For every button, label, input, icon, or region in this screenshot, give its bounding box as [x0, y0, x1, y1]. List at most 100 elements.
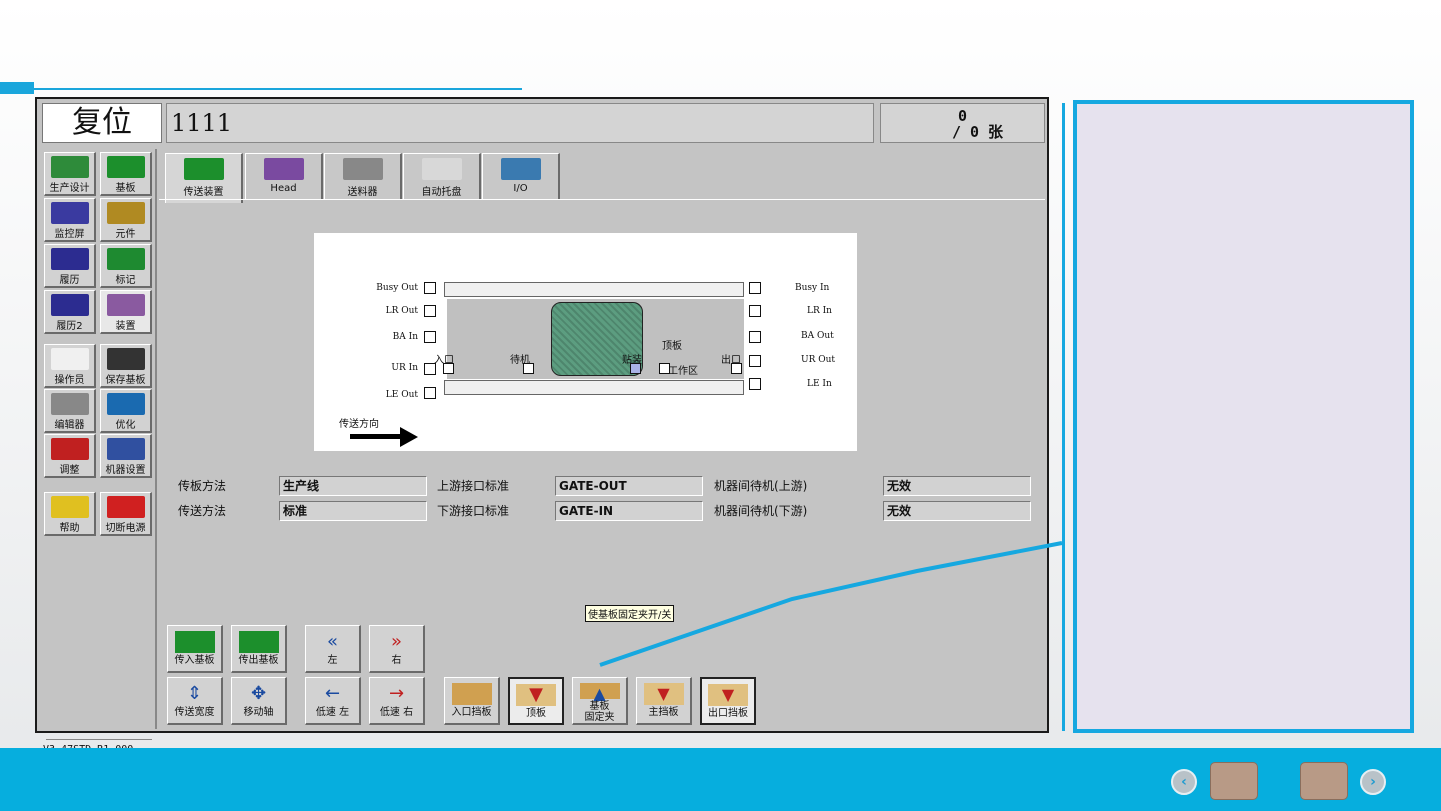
- downstream-interface-label: 下游接口标准: [437, 504, 510, 518]
- io-icon: [500, 158, 541, 180]
- menu-operator-button[interactable]: 操作员: [44, 344, 96, 388]
- operator-icon: [50, 348, 89, 370]
- sensor-work-area: [659, 363, 670, 374]
- adjust-icon: [50, 438, 89, 460]
- downstream-wait-label: 机器间待机(下游): [714, 504, 808, 518]
- slow-right-button[interactable]: → 低速 右: [369, 677, 425, 725]
- signal-label: BA In: [392, 332, 418, 342]
- version-divider: [46, 739, 152, 740]
- upstream-wait-label: 机器间待机(上游): [714, 479, 808, 493]
- tab-feeder[interactable]: 送料器: [324, 153, 402, 199]
- status-display: 复位: [42, 103, 162, 143]
- lift-plate-button[interactable]: ▼ 顶板: [508, 677, 564, 725]
- menu-monitor-button[interactable]: 监控屏: [44, 198, 96, 242]
- machine-software-window: 复位 1111 0 / 0 张 生产设计 基板 监控屏 元件 履历 标记 履历2…: [35, 97, 1049, 755]
- signal-checkbox-busy-out[interactable]: [424, 282, 436, 294]
- tab-io[interactable]: I/O: [482, 153, 560, 199]
- head-icon: [263, 158, 304, 180]
- vertical-arrows-icon: ⇕: [186, 683, 203, 704]
- menu-power-off-button[interactable]: 切断电源: [100, 492, 152, 536]
- arrow-right-icon: →: [388, 683, 405, 704]
- double-chevron-left-icon: «: [326, 631, 338, 652]
- history-icon: [50, 248, 89, 270]
- signal-checkbox-busy-in[interactable]: [749, 282, 761, 294]
- move-left-button[interactable]: «左: [305, 625, 361, 673]
- menu-production-design-button[interactable]: 生产设计: [44, 152, 96, 196]
- conveyor-width-button[interactable]: ⇕ 传送宽度: [167, 677, 223, 725]
- tab-head[interactable]: Head: [245, 153, 323, 199]
- clamp-tooltip: 使基板固定夹开/关: [585, 605, 675, 622]
- menu-device-button[interactable]: 装置: [100, 290, 152, 334]
- component-icon: [106, 202, 145, 224]
- help-icon: [50, 496, 89, 518]
- signal-label: LR In: [807, 306, 832, 316]
- program-name-display: 1111: [166, 103, 874, 143]
- menu-component-button[interactable]: 元件: [100, 198, 152, 242]
- downstream-wait-value[interactable]: 无效: [883, 501, 1031, 521]
- direction-arrow-head-icon: [400, 427, 418, 447]
- upstream-interface-value[interactable]: GATE-OUT: [555, 476, 703, 496]
- tab-auto-tray[interactable]: 自动托盘: [403, 153, 481, 199]
- signal-label: BA Out: [801, 331, 834, 341]
- board-clamp-button[interactable]: ▲ 基板 固定夹: [572, 677, 628, 725]
- signal-checkbox-lr-out[interactable]: [424, 305, 436, 317]
- downstream-interface-value[interactable]: GATE-IN: [555, 501, 703, 521]
- work-area-label: 工作区: [668, 366, 698, 377]
- annotation-note-box: [1073, 100, 1414, 733]
- double-chevron-right-icon: »: [390, 631, 402, 652]
- next-arrow-icon[interactable]: ›: [1360, 769, 1386, 795]
- top-accent-bar: [0, 82, 34, 94]
- menu-editor-button[interactable]: 编辑器: [44, 389, 96, 433]
- load-board-button[interactable]: 传入基板: [167, 625, 223, 673]
- upstream-wait-value[interactable]: 无效: [883, 476, 1031, 496]
- signal-label: Busy Out: [376, 283, 418, 293]
- signal-checkbox-le-in[interactable]: [749, 378, 761, 390]
- prev-arrow-icon[interactable]: ‹: [1171, 769, 1197, 795]
- transfer-method-label: 传板方法: [178, 479, 227, 493]
- signal-checkbox-ba-in[interactable]: [424, 331, 436, 343]
- transfer-method-value[interactable]: 生产线: [279, 476, 427, 496]
- signal-label: LE Out: [385, 390, 418, 400]
- signal-checkbox-ur-out[interactable]: [749, 355, 761, 367]
- note-divider-line: [1062, 103, 1065, 731]
- mark-icon: [106, 248, 145, 270]
- menu-board-button[interactable]: 基板: [100, 152, 152, 196]
- signal-checkbox-le-out[interactable]: [424, 387, 436, 399]
- upstream-interface-label: 上游接口标准: [437, 479, 510, 493]
- signal-label: UR Out: [801, 355, 836, 365]
- signal-checkbox-ba-out[interactable]: [749, 331, 761, 343]
- menu-help-button[interactable]: 帮助: [44, 492, 96, 536]
- board-count-value: 0: [957, 107, 968, 125]
- menu-optimize-button[interactable]: 优化: [100, 389, 152, 433]
- unload-board-icon: [238, 631, 279, 653]
- prev-slide-button[interactable]: [1210, 762, 1258, 800]
- direction-arrow-icon: [350, 434, 402, 439]
- unload-board-button[interactable]: 传出基板: [231, 625, 287, 673]
- tray-icon: [421, 158, 462, 180]
- board-icon: [106, 156, 145, 178]
- main-panel: 传送装置 Head 送料器 自动托盘 I/O Busy Out LR Out B…: [159, 149, 1045, 729]
- slow-left-button[interactable]: ← 低速 左: [305, 677, 361, 725]
- signal-label: LR Out: [385, 306, 418, 316]
- conveyor-method-value[interactable]: 标准: [279, 501, 427, 521]
- move-right-button[interactable]: » 右: [369, 625, 425, 673]
- menu-adjust-button[interactable]: 调整: [44, 434, 96, 478]
- load-board-icon: [174, 631, 215, 653]
- move-axis-button[interactable]: ✥ 移动轴: [231, 677, 287, 725]
- menu-machine-setup-button[interactable]: 机器设置: [100, 434, 152, 478]
- lift-plate-icon: ▼: [516, 684, 556, 706]
- main-stopper-button[interactable]: ▼ 主挡板: [636, 677, 692, 725]
- exit-stopper-button[interactable]: ▼ 出口挡板: [700, 677, 756, 725]
- menu-history2-button[interactable]: 履历2: [44, 290, 96, 334]
- menu-mark-button[interactable]: 标记: [100, 244, 152, 288]
- save-icon: [106, 348, 145, 370]
- signal-checkbox-lr-in[interactable]: [749, 305, 761, 317]
- tab-conveyor[interactable]: 传送装置: [165, 153, 243, 203]
- entry-stopper-button[interactable]: 入口挡板: [444, 677, 500, 725]
- top-accent-line: [34, 88, 522, 90]
- next-slide-button[interactable]: [1300, 762, 1348, 800]
- clamp-icon: ▲: [579, 683, 620, 703]
- menu-save-board-button[interactable]: 保存基板: [100, 344, 152, 388]
- menu-history-button[interactable]: 履历: [44, 244, 96, 288]
- sensor-exit: [731, 363, 742, 374]
